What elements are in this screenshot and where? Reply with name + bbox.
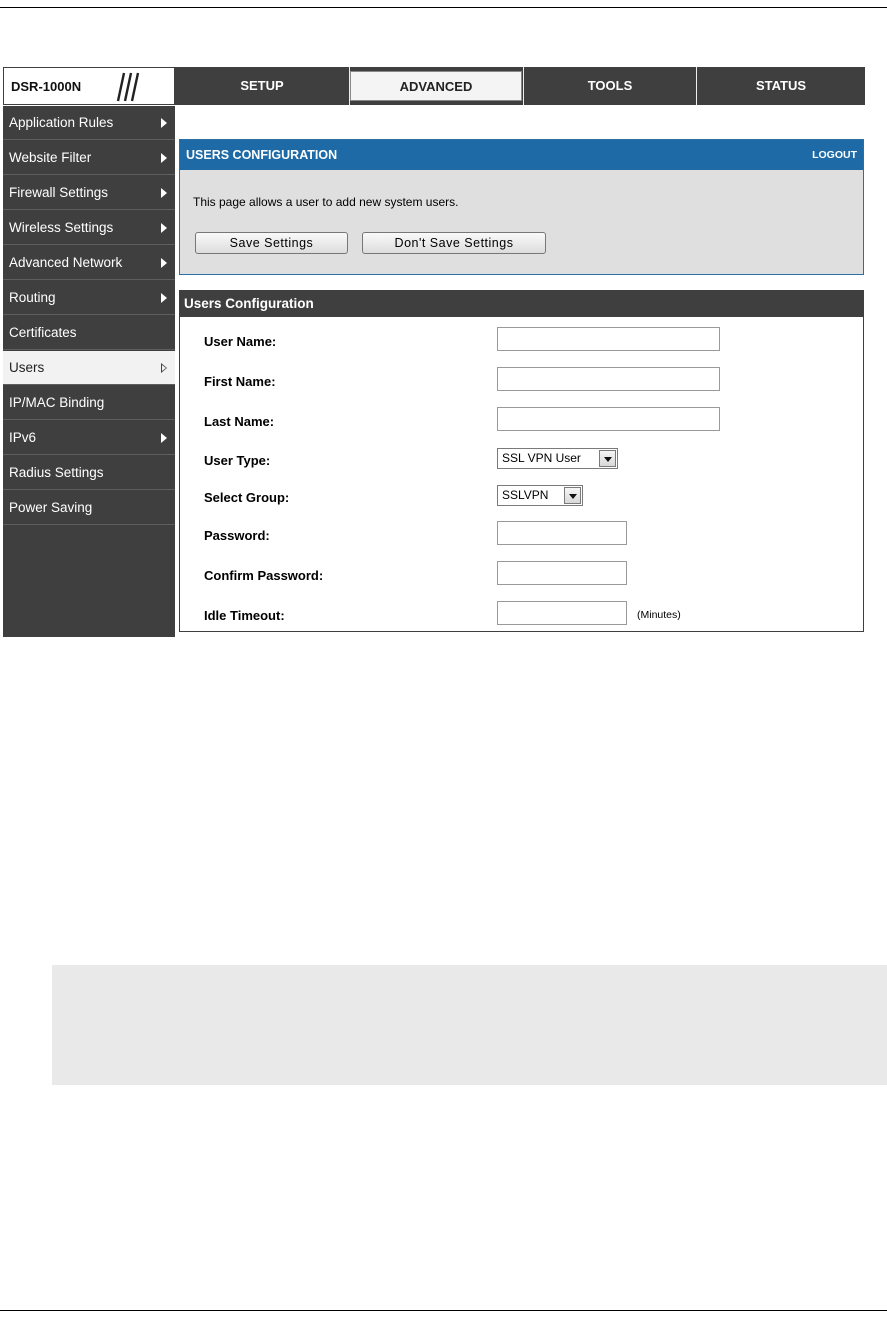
tab-status[interactable]: STATUS <box>697 67 865 105</box>
idle-timeout-units: (Minutes) <box>637 609 681 621</box>
dont-save-settings-button[interactable]: Don't Save Settings <box>362 232 546 254</box>
user-name-input[interactable] <box>497 327 720 351</box>
sidebar-item-ip-mac-binding[interactable]: IP/MAC Binding <box>3 386 175 420</box>
sidebar-item-power-saving[interactable]: Power Saving <box>3 491 175 525</box>
brand-slashes-icon <box>116 72 140 102</box>
sidebar-item-users[interactable]: Users <box>3 351 175 385</box>
tab-setup[interactable]: SETUP <box>175 67 349 105</box>
user-type-select[interactable]: SSL VPN User <box>497 448 618 469</box>
page-top-rule <box>0 7 887 8</box>
password-label: Password: <box>204 528 270 543</box>
tab-tools[interactable]: TOOLS <box>524 67 696 105</box>
chevron-right-icon <box>161 258 167 268</box>
sidebar-item-label: Firewall Settings <box>9 185 109 200</box>
sidebar-item-label: Application Rules <box>9 115 114 130</box>
chevron-right-icon <box>161 188 167 198</box>
logout-link[interactable]: LOGOUT <box>812 140 857 170</box>
sidebar-item-label: Users <box>9 360 45 375</box>
sidebar-item-label: Radius Settings <box>9 465 104 480</box>
sidebar: Application Rules Website Filter Firewal… <box>3 106 175 637</box>
sidebar-item-advanced-network[interactable]: Advanced Network <box>3 246 175 280</box>
user-name-label: User Name: <box>204 334 277 349</box>
chevron-right-icon <box>161 118 167 128</box>
intro-panel: USERS CONFIGURATION LOGOUT This page all… <box>179 139 864 275</box>
sidebar-item-label: Website Filter <box>9 150 92 165</box>
chevron-right-outline-icon <box>161 363 167 373</box>
select-group-selected-value: SSLVPN <box>502 488 549 502</box>
idle-timeout-label: Idle Timeout: <box>204 608 285 623</box>
note-box <box>52 965 887 1085</box>
dropdown-arrow-icon[interactable] <box>599 450 616 467</box>
confirm-password-label: Confirm Password: <box>204 568 324 583</box>
form-header: Users Configuration <box>180 291 863 317</box>
intro-panel-header: USERS CONFIGURATION LOGOUT <box>180 140 863 170</box>
sidebar-item-radius-settings[interactable]: Radius Settings <box>3 456 175 490</box>
user-type-label: User Type: <box>204 453 271 468</box>
sidebar-item-label: IPv6 <box>9 430 37 445</box>
sidebar-item-label: Power Saving <box>9 500 93 515</box>
first-name-label: First Name: <box>204 374 276 389</box>
first-name-input[interactable] <box>497 367 720 391</box>
sidebar-item-label: Certificates <box>9 325 77 340</box>
tab-advanced[interactable]: ADVANCED <box>350 71 522 101</box>
select-group-label: Select Group: <box>204 490 290 505</box>
password-input[interactable] <box>497 521 627 545</box>
sidebar-item-certificates[interactable]: Certificates <box>3 316 175 350</box>
device-model: DSR-1000N <box>11 79 82 94</box>
dropdown-arrow-icon[interactable] <box>564 487 581 504</box>
confirm-password-input[interactable] <box>497 561 627 585</box>
sidebar-item-label: Routing <box>9 290 56 305</box>
last-name-input[interactable] <box>497 407 720 431</box>
user-type-selected-value: SSL VPN User <box>502 451 581 465</box>
top-nav-bar: DSR-1000N SETUP ADVANCED TOOLS STATUS <box>3 67 865 105</box>
chevron-right-icon <box>161 223 167 233</box>
sidebar-item-application-rules[interactable]: Application Rules <box>3 106 175 140</box>
last-name-label: Last Name: <box>204 414 275 429</box>
sidebar-item-label: Wireless Settings <box>9 220 114 235</box>
device-brand: DSR-1000N <box>3 67 175 105</box>
sidebar-item-ipv6[interactable]: IPv6 <box>3 421 175 455</box>
sidebar-item-wireless-settings[interactable]: Wireless Settings <box>3 211 175 245</box>
idle-timeout-input[interactable] <box>497 601 627 625</box>
page-title: USERS CONFIGURATION <box>186 148 338 162</box>
sidebar-item-label: Advanced Network <box>9 255 123 270</box>
save-settings-button[interactable]: Save Settings <box>195 232 348 254</box>
page-bottom-rule <box>0 1310 887 1311</box>
sidebar-item-label: IP/MAC Binding <box>9 395 105 410</box>
sidebar-item-routing[interactable]: Routing <box>3 281 175 315</box>
page-description: This page allows a user to add new syste… <box>193 195 459 209</box>
chevron-right-icon <box>161 153 167 163</box>
chevron-right-icon <box>161 293 167 303</box>
chevron-right-icon <box>161 433 167 443</box>
users-config-form: Users Configuration User Name: First Nam… <box>179 290 864 632</box>
sidebar-item-firewall-settings[interactable]: Firewall Settings <box>3 176 175 210</box>
sidebar-item-website-filter[interactable]: Website Filter <box>3 141 175 175</box>
select-group-select[interactable]: SSLVPN <box>497 485 583 506</box>
